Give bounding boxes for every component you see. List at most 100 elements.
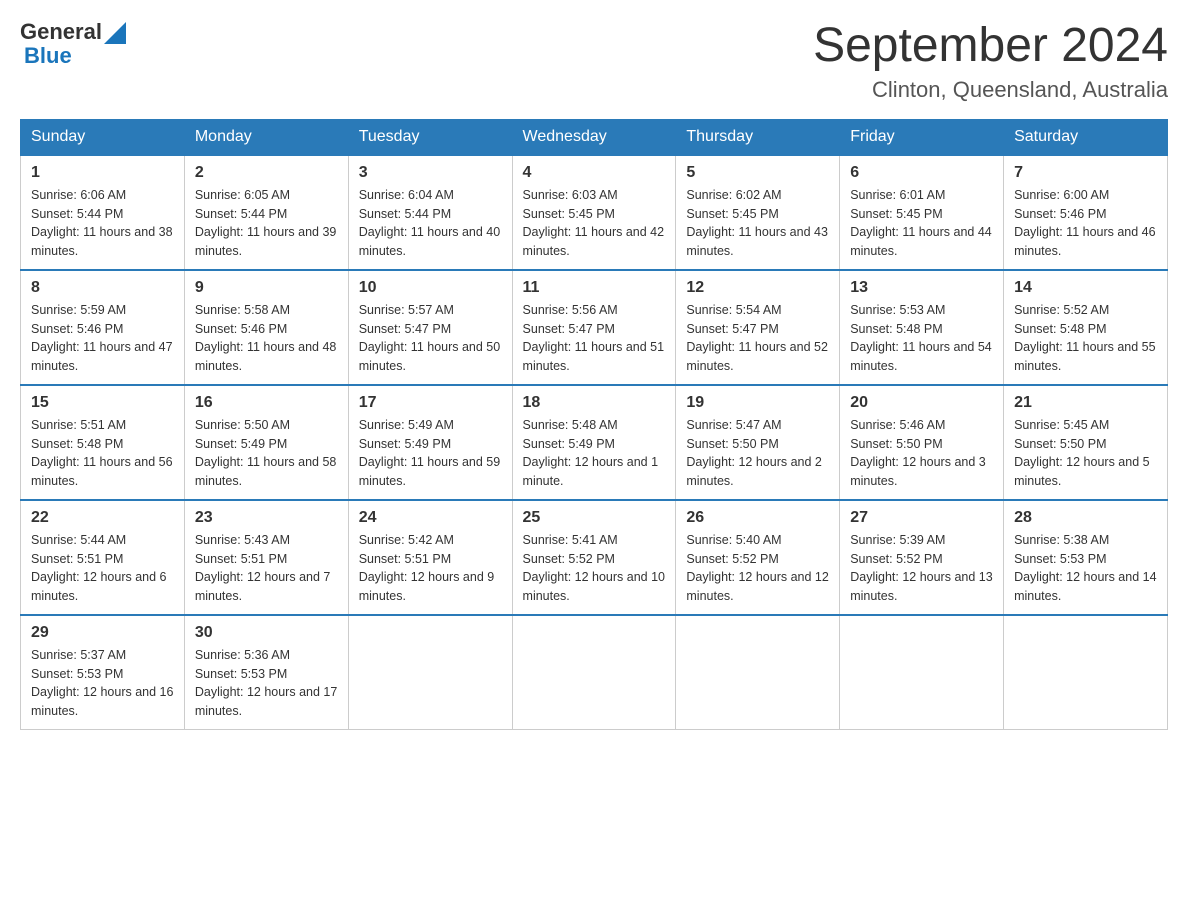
calendar-cell: 13 Sunrise: 5:53 AMSunset: 5:48 PMDayligh… — [840, 270, 1004, 385]
logo-blue-text: Blue — [24, 44, 126, 68]
day-number: 16 — [195, 394, 338, 412]
calendar-cell: 29 Sunrise: 5:37 AMSunset: 5:53 PMDayligh… — [21, 615, 185, 730]
day-header-saturday: Saturday — [1004, 119, 1168, 155]
calendar-cell: 27 Sunrise: 5:39 AMSunset: 5:52 PMDayligh… — [840, 500, 1004, 615]
day-number: 20 — [850, 394, 993, 412]
day-number: 18 — [523, 394, 666, 412]
page-header: General Blue September 2024 Clinton, Que… — [20, 20, 1168, 103]
calendar-cell: 28 Sunrise: 5:38 AMSunset: 5:53 PMDayligh… — [1004, 500, 1168, 615]
day-number: 7 — [1014, 164, 1157, 182]
day-number: 17 — [359, 394, 502, 412]
day-info: Sunrise: 5:36 AMSunset: 5:53 PMDaylight:… — [195, 646, 338, 721]
calendar-cell: 18 Sunrise: 5:48 AMSunset: 5:49 PMDayligh… — [512, 385, 676, 500]
day-info: Sunrise: 5:53 AMSunset: 5:48 PMDaylight:… — [850, 301, 993, 376]
day-number: 27 — [850, 509, 993, 527]
calendar-table: SundayMondayTuesdayWednesdayThursdayFrid… — [20, 119, 1168, 730]
day-info: Sunrise: 5:37 AMSunset: 5:53 PMDaylight:… — [31, 646, 174, 721]
day-info: Sunrise: 5:51 AMSunset: 5:48 PMDaylight:… — [31, 416, 174, 491]
calendar-cell — [676, 615, 840, 730]
day-header-thursday: Thursday — [676, 119, 840, 155]
day-info: Sunrise: 5:40 AMSunset: 5:52 PMDaylight:… — [686, 531, 829, 606]
calendar-cell — [348, 615, 512, 730]
day-info: Sunrise: 6:02 AMSunset: 5:45 PMDaylight:… — [686, 186, 829, 261]
calendar-cell: 24Sunrise: 5:42 AMSunset: 5:51 PMDayligh… — [348, 500, 512, 615]
day-number: 14 — [1014, 279, 1157, 297]
day-number: 29 — [31, 624, 174, 642]
day-number: 25 — [523, 509, 666, 527]
day-info: Sunrise: 6:03 AMSunset: 5:45 PMDaylight:… — [523, 186, 666, 261]
day-info: Sunrise: 6:05 AMSunset: 5:44 PMDaylight:… — [195, 186, 338, 261]
day-number: 2 — [195, 164, 338, 182]
calendar-week-row: 15 Sunrise: 5:51 AMSunset: 5:48 PMDayligh… — [21, 385, 1168, 500]
day-info: Sunrise: 5:45 AMSunset: 5:50 PMDaylight:… — [1014, 416, 1157, 491]
calendar-cell: 15 Sunrise: 5:51 AMSunset: 5:48 PMDayligh… — [21, 385, 185, 500]
day-number: 12 — [686, 279, 829, 297]
calendar-cell: 3 Sunrise: 6:04 AMSunset: 5:44 PMDaylight… — [348, 155, 512, 270]
day-info: Sunrise: 5:46 AMSunset: 5:50 PMDaylight:… — [850, 416, 993, 491]
day-info: Sunrise: 5:54 AMSunset: 5:47 PMDaylight:… — [686, 301, 829, 376]
day-info: Sunrise: 6:00 AMSunset: 5:46 PMDaylight:… — [1014, 186, 1157, 261]
title-section: September 2024 Clinton, Queensland, Aust… — [813, 20, 1168, 103]
calendar-cell: 8 Sunrise: 5:59 AMSunset: 5:46 PMDaylight… — [21, 270, 185, 385]
day-info: Sunrise: 5:38 AMSunset: 5:53 PMDaylight:… — [1014, 531, 1157, 606]
day-number: 13 — [850, 279, 993, 297]
day-number: 5 — [686, 164, 829, 182]
day-number: 6 — [850, 164, 993, 182]
calendar-header-row: SundayMondayTuesdayWednesdayThursdayFrid… — [21, 119, 1168, 155]
calendar-cell: 1Sunrise: 6:06 AMSunset: 5:44 PMDaylight… — [21, 155, 185, 270]
calendar-cell: 14 Sunrise: 5:52 AMSunset: 5:48 PMDayligh… — [1004, 270, 1168, 385]
day-number: 19 — [686, 394, 829, 412]
day-header-sunday: Sunday — [21, 119, 185, 155]
day-info: Sunrise: 5:39 AMSunset: 5:52 PMDaylight:… — [850, 531, 993, 606]
day-number: 24 — [359, 509, 502, 527]
calendar-cell: 19 Sunrise: 5:47 AMSunset: 5:50 PMDayligh… — [676, 385, 840, 500]
day-number: 4 — [523, 164, 666, 182]
day-number: 21 — [1014, 394, 1157, 412]
calendar-cell: 16 Sunrise: 5:50 AMSunset: 5:49 PMDayligh… — [184, 385, 348, 500]
calendar-cell: 23 Sunrise: 5:43 AMSunset: 5:51 PMDayligh… — [184, 500, 348, 615]
day-number: 22 — [31, 509, 174, 527]
day-number: 28 — [1014, 509, 1157, 527]
calendar-cell: 20 Sunrise: 5:46 AMSunset: 5:50 PMDayligh… — [840, 385, 1004, 500]
calendar-cell: 17 Sunrise: 5:49 AMSunset: 5:49 PMDayligh… — [348, 385, 512, 500]
day-info: Sunrise: 5:52 AMSunset: 5:48 PMDaylight:… — [1014, 301, 1157, 376]
logo-triangle-icon — [104, 22, 126, 44]
day-header-monday: Monday — [184, 119, 348, 155]
day-header-wednesday: Wednesday — [512, 119, 676, 155]
month-title: September 2024 — [813, 20, 1168, 73]
calendar-cell: 2 Sunrise: 6:05 AMSunset: 5:44 PMDaylight… — [184, 155, 348, 270]
day-info: Sunrise: 5:49 AMSunset: 5:49 PMDaylight:… — [359, 416, 502, 491]
day-number: 30 — [195, 624, 338, 642]
day-info: Sunrise: 5:44 AMSunset: 5:51 PMDaylight:… — [31, 531, 174, 606]
day-number: 3 — [359, 164, 502, 182]
calendar-cell — [840, 615, 1004, 730]
calendar-cell: 6 Sunrise: 6:01 AMSunset: 5:45 PMDaylight… — [840, 155, 1004, 270]
day-number: 15 — [31, 394, 174, 412]
day-info: Sunrise: 6:06 AMSunset: 5:44 PMDaylight:… — [31, 186, 174, 261]
calendar-cell: 11Sunrise: 5:56 AMSunset: 5:47 PMDayligh… — [512, 270, 676, 385]
calendar-cell: 12 Sunrise: 5:54 AMSunset: 5:47 PMDayligh… — [676, 270, 840, 385]
calendar-cell: 7 Sunrise: 6:00 AMSunset: 5:46 PMDaylight… — [1004, 155, 1168, 270]
day-number: 9 — [195, 279, 338, 297]
day-info: Sunrise: 6:01 AMSunset: 5:45 PMDaylight:… — [850, 186, 993, 261]
logo: General Blue — [20, 20, 126, 68]
day-info: Sunrise: 5:48 AMSunset: 5:49 PMDaylight:… — [523, 416, 666, 491]
day-info: Sunrise: 5:50 AMSunset: 5:49 PMDaylight:… — [195, 416, 338, 491]
calendar-cell: 21 Sunrise: 5:45 AMSunset: 5:50 PMDayligh… — [1004, 385, 1168, 500]
calendar-cell: 10Sunrise: 5:57 AMSunset: 5:47 PMDayligh… — [348, 270, 512, 385]
calendar-cell: 5 Sunrise: 6:02 AMSunset: 5:45 PMDaylight… — [676, 155, 840, 270]
day-info: Sunrise: 5:43 AMSunset: 5:51 PMDaylight:… — [195, 531, 338, 606]
logo-general-text: General — [20, 20, 102, 44]
day-number: 8 — [31, 279, 174, 297]
day-info: Sunrise: 5:41 AMSunset: 5:52 PMDaylight:… — [523, 531, 666, 606]
calendar-cell: 22 Sunrise: 5:44 AMSunset: 5:51 PMDayligh… — [21, 500, 185, 615]
calendar-cell: 26Sunrise: 5:40 AMSunset: 5:52 PMDayligh… — [676, 500, 840, 615]
day-info: Sunrise: 5:59 AMSunset: 5:46 PMDaylight:… — [31, 301, 174, 376]
day-info: Sunrise: 5:47 AMSunset: 5:50 PMDaylight:… — [686, 416, 829, 491]
calendar-week-row: 1Sunrise: 6:06 AMSunset: 5:44 PMDaylight… — [21, 155, 1168, 270]
calendar-cell: 30 Sunrise: 5:36 AMSunset: 5:53 PMDayligh… — [184, 615, 348, 730]
day-number: 23 — [195, 509, 338, 527]
day-header-tuesday: Tuesday — [348, 119, 512, 155]
location: Clinton, Queensland, Australia — [813, 77, 1168, 103]
day-info: Sunrise: 6:04 AMSunset: 5:44 PMDaylight:… — [359, 186, 502, 261]
